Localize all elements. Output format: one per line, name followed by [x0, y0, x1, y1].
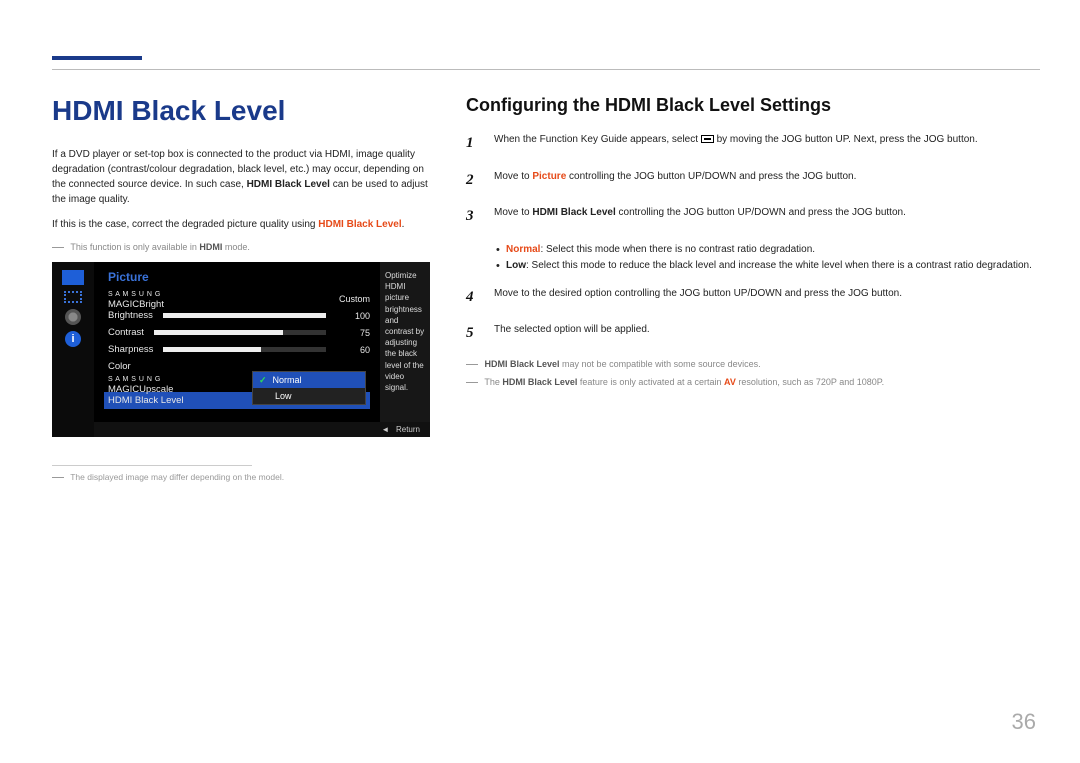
step-number: 2 [466, 169, 480, 192]
step-number: 3 [466, 205, 480, 228]
monitor-icon [52, 270, 94, 285]
step-4: 4 Move to the desired option controlling… [466, 286, 1040, 309]
page-number: 36 [1012, 709, 1036, 735]
note-resolution: The HDMI Black Level feature is only act… [466, 377, 1040, 387]
step-number: 1 [466, 132, 480, 155]
osd-value: 60 [336, 345, 370, 355]
return-label: Return [396, 425, 420, 434]
note-dash-icon [466, 364, 478, 365]
header-divider [52, 69, 1040, 70]
intro-para-1: If a DVD player or set-top box is connec… [52, 147, 432, 207]
steps-list-cont: 4 Move to the desired option controlling… [466, 286, 1040, 345]
osd-label: HDMI Black Level [108, 395, 184, 406]
step-1: 1 When the Function Key Guide appears, s… [466, 132, 1040, 155]
osd-label: Brightness [108, 310, 153, 321]
step-number: 4 [466, 286, 480, 309]
note-dash-icon [466, 382, 478, 383]
slider-bar [154, 330, 326, 335]
osd-label: Color [108, 361, 131, 372]
gear-icon [52, 309, 94, 325]
osd-popup-menu: ✓ Normal Low [252, 371, 366, 405]
osd-row-brightness: Brightness 100 [108, 307, 370, 324]
osd-value: Custom [336, 294, 370, 304]
text: If this is the case, correct the degrade… [52, 219, 318, 230]
note-hdmi-mode: This function is only available in HDMI … [52, 242, 432, 252]
disclaimer-footnote: The displayed image may differ depending… [52, 472, 432, 482]
info-icon: i [52, 331, 94, 347]
step-text: Move to Picture controlling the JOG butt… [494, 169, 856, 192]
osd-row-contrast: Contrast 75 [108, 324, 370, 341]
accent-hbl: HDMI Black Level [318, 219, 401, 230]
osd-label: Contrast [108, 327, 144, 338]
frame-icon [52, 291, 94, 303]
section-title: Configuring the HDMI Black Level Setting… [466, 95, 1040, 116]
text: . [402, 219, 405, 230]
page-content: HDMI Black Level If a DVD player or set-… [52, 95, 1040, 482]
osd-label: S A M S U N GMAGICBright [108, 288, 164, 310]
step-text: When the Function Key Guide appears, sel… [494, 132, 978, 155]
osd-side-text: Optimize HDMI picture brightness and con… [385, 271, 424, 392]
step-text: Move to the desired option controlling t… [494, 286, 902, 309]
osd-value: 100 [336, 311, 370, 321]
osd-row-magicbright: S A M S U N GMAGICBright Custom [108, 290, 370, 307]
step-number: 5 [466, 322, 480, 345]
slider-bar [163, 347, 326, 352]
footnote-divider [52, 465, 252, 466]
header-accent-bar [52, 56, 142, 60]
note-dash-icon [52, 477, 64, 478]
step-5: 5 The selected option will be applied. [466, 322, 1040, 345]
step-3: 3 Move to HDMI Black Level controlling t… [466, 205, 1040, 228]
text: mode. [222, 242, 250, 252]
step-text: Move to HDMI Black Level controlling the… [494, 205, 906, 228]
osd-row-sharpness: Sharpness 60 [108, 341, 370, 358]
text: The displayed image may differ depending… [70, 472, 284, 482]
osd-label: S A M S U N GMAGICUpscale [108, 373, 173, 395]
osd-sidebar: i [52, 262, 94, 437]
osd-screenshot: i Picture S A M S U N GMAGICBright Custo… [52, 262, 430, 437]
step-text: The selected option will be applied. [494, 322, 650, 345]
bullet-low: Low: Select this mode to reduce the blac… [496, 258, 1040, 274]
osd-title: Picture [108, 270, 370, 284]
note-compatibility: HDMI Black Level may not be compatible w… [466, 359, 1040, 369]
osd-popup-option-normal: ✓ Normal [253, 372, 365, 388]
osd-label: Sharpness [108, 344, 153, 355]
steps-list: 1 When the Function Key Guide appears, s… [466, 132, 1040, 228]
left-column: HDMI Black Level If a DVD player or set-… [52, 95, 432, 482]
check-icon: ✓ [259, 375, 267, 386]
arrow-left-icon: ◄ [381, 425, 389, 434]
osd-popup-option-low: Low [253, 388, 365, 404]
step-2: 2 Move to Picture controlling the JOG bu… [466, 169, 1040, 192]
option-label: Normal [273, 375, 302, 385]
right-column: Configuring the HDMI Black Level Setting… [466, 95, 1040, 482]
bullet-normal: Normal: Select this mode when there is n… [496, 242, 1040, 258]
intro-para-2: If this is the case, correct the degrade… [52, 217, 432, 232]
bold-hbl: HDMI Black Level [247, 179, 330, 190]
bold-hdmi: HDMI [199, 242, 222, 252]
osd-footer: ◄ Return [94, 422, 430, 437]
option-label: Low [275, 391, 292, 401]
page-title: HDMI Black Level [52, 95, 432, 127]
text: This function is only available in [70, 242, 199, 252]
osd-value: 75 [336, 328, 370, 338]
menu-icon [701, 135, 714, 143]
note-dash-icon [52, 247, 64, 248]
options-bullets: Normal: Select this mode when there is n… [496, 242, 1040, 274]
slider-bar [163, 313, 326, 318]
osd-description-panel: Optimize HDMI picture brightness and con… [380, 262, 430, 437]
